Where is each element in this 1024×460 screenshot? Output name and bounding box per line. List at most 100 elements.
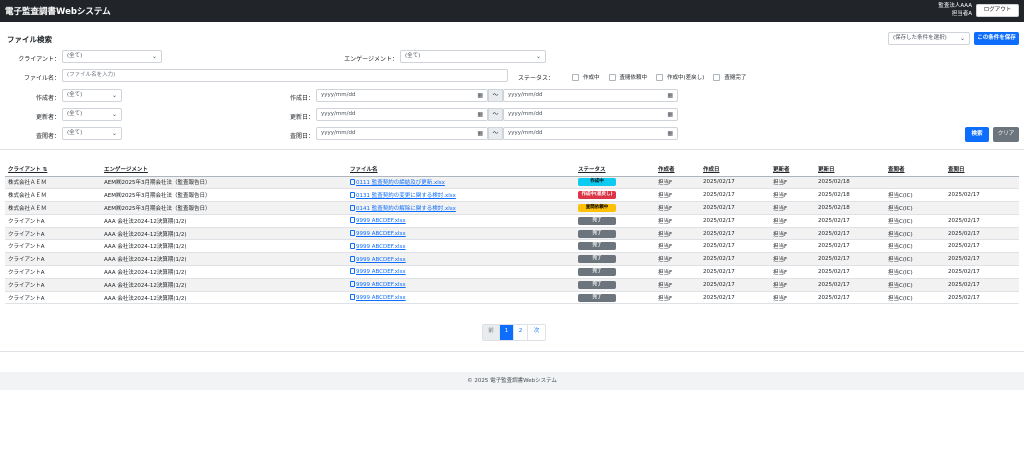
column-header-updater[interactable]: 更新者 bbox=[770, 163, 815, 177]
results-table: クライアント ⇅ エンゲージメント ファイル名 ステータス 作成者 作成日 更新… bbox=[5, 163, 1019, 305]
pagination-page-1[interactable]: 1 bbox=[500, 325, 514, 340]
app-brand[interactable]: 電子監査調書Webシステム bbox=[5, 5, 111, 17]
cell-reviewed: 2025/02/17 bbox=[945, 227, 1019, 241]
chevron-down-icon: ⌄ bbox=[111, 92, 117, 99]
calendar-icon[interactable]: ▦ bbox=[477, 109, 483, 120]
reviewed-date-to[interactable]: yyyy/mm/dd ▦ bbox=[503, 127, 678, 140]
status-badge: 完了 bbox=[578, 280, 616, 289]
client-value: (全て) bbox=[67, 53, 83, 59]
reviewed-date-label: 査閲日： bbox=[289, 133, 314, 140]
filename-input[interactable]: (ファイル名を入力) bbox=[62, 69, 508, 82]
checkbox[interactable] bbox=[713, 73, 721, 81]
updater-select[interactable]: (全て) ⌄ bbox=[62, 108, 122, 121]
cell-created: 2025/02/17 bbox=[700, 201, 770, 215]
column-header-reviewer[interactable]: 査閲者 bbox=[885, 163, 945, 177]
column-header-status[interactable]: ステータス bbox=[575, 163, 655, 177]
file-icon bbox=[350, 268, 355, 275]
file-link[interactable]: 9999 ABCDEF.xlsx bbox=[356, 295, 406, 301]
file-link[interactable]: 0111 監査契約の締結及び更新.xlsx bbox=[356, 180, 445, 186]
cell-updater: 担当F bbox=[770, 227, 815, 241]
cell-status: 完了 bbox=[575, 239, 655, 254]
saved-condition-value: (保存した条件を選択) bbox=[893, 35, 947, 41]
status-checkbox-in-progress[interactable]: 作成中 bbox=[572, 73, 600, 81]
status-badge: 完了 bbox=[578, 267, 616, 276]
cell-updater: 担当F bbox=[770, 291, 815, 305]
cell-reviewed bbox=[945, 176, 1019, 190]
checkbox[interactable] bbox=[572, 73, 579, 81]
calendar-icon[interactable]: ▦ bbox=[477, 128, 483, 139]
file-link[interactable]: 9999 ABCDEF.xlsx bbox=[356, 218, 406, 224]
pagination-page-2[interactable]: 2 bbox=[514, 325, 528, 340]
reviewer-select[interactable]: (全て) ⌄ bbox=[62, 127, 122, 140]
file-link[interactable]: 9999 ABCDEF.xlsx bbox=[356, 244, 406, 250]
clear-button[interactable]: クリア bbox=[993, 127, 1019, 142]
pagination-next[interactable]: 次 bbox=[528, 325, 545, 340]
reviewed-date-from[interactable]: yyyy/mm/dd ▦ bbox=[316, 127, 488, 140]
date-range-separator: 〜 bbox=[488, 127, 503, 140]
checkbox[interactable] bbox=[608, 73, 616, 81]
results-panel: クライアント ⇅ エンゲージメント ファイル名 ステータス 作成者 作成日 更新… bbox=[0, 156, 1024, 352]
status-checkbox-review-requested[interactable]: 査閲依頼中 bbox=[608, 73, 647, 81]
file-link[interactable]: 9999 ABCDEF.xlsx bbox=[356, 257, 406, 263]
table-row: クライアントA AAA 会社法2024-12決算期(1/2) 9999 ABCDEF… bbox=[5, 214, 1019, 228]
cell-updater: 担当F bbox=[770, 214, 815, 228]
cell-updated: 2025/02/18 bbox=[815, 176, 885, 190]
cell-filename: 0131 監査契約の変更に関する検討.xlsx bbox=[347, 188, 575, 203]
status-checkbox-reviewed[interactable]: 査閲完了 bbox=[713, 73, 746, 81]
cell-filename: 9999 ABCDEF.xlsx bbox=[347, 252, 575, 267]
created-date-from[interactable]: yyyy/mm/dd ▦ bbox=[316, 89, 488, 102]
file-link[interactable]: 0131 監査契約の変更に関する検討.xlsx bbox=[356, 193, 456, 199]
chevron-down-icon: ⌄ bbox=[111, 130, 117, 137]
cell-client: クライアントA bbox=[5, 227, 101, 241]
created-date-to[interactable]: yyyy/mm/dd ▦ bbox=[503, 89, 678, 102]
calendar-icon[interactable]: ▦ bbox=[667, 90, 673, 101]
search-button[interactable]: 検索 bbox=[965, 127, 989, 142]
column-header-creator[interactable]: 作成者 bbox=[655, 163, 700, 177]
status-checkbox-returned[interactable]: 作成中(差戻し) bbox=[656, 73, 704, 81]
pagination-prev[interactable]: 前 bbox=[483, 325, 500, 340]
updated-date-to[interactable]: yyyy/mm/dd ▦ bbox=[503, 108, 678, 121]
file-link[interactable]: 0141 監査契約の解除に関する検討.xlsx bbox=[356, 206, 456, 212]
page-footer: © 2025 電子監査調書Webシステム bbox=[0, 372, 1024, 390]
updated-date-from[interactable]: yyyy/mm/dd ▦ bbox=[316, 108, 488, 121]
cell-updated: 2025/02/18 bbox=[815, 188, 885, 203]
creator-select[interactable]: (全て) ⌄ bbox=[62, 89, 122, 102]
checkbox[interactable] bbox=[656, 73, 664, 81]
file-link[interactable]: 9999 ABCDEF.xlsx bbox=[356, 231, 406, 237]
column-header-reviewed[interactable]: 査閲日 bbox=[945, 163, 1019, 177]
cell-filename: 9999 ABCDEF.xlsx bbox=[347, 239, 575, 254]
file-link[interactable]: 9999 ABCDEF.xlsx bbox=[356, 282, 406, 288]
column-header-filename[interactable]: ファイル名 bbox=[347, 163, 575, 177]
user-info: 監査法人AAA 担当者A bbox=[938, 2, 972, 18]
column-header-engagement[interactable]: エンゲージメント bbox=[101, 163, 347, 177]
status-badge: 完了 bbox=[578, 255, 616, 264]
save-condition-button[interactable]: この条件を保存 bbox=[974, 32, 1019, 45]
calendar-icon[interactable]: ▦ bbox=[667, 109, 673, 120]
client-select[interactable]: (全て) ⌄ bbox=[62, 50, 162, 63]
table-row: クライアントA AAA 会社法2024-12決算期(1/2) 9999 ABCDEF… bbox=[5, 278, 1019, 292]
calendar-icon[interactable]: ▦ bbox=[477, 90, 483, 101]
column-header-updated[interactable]: 更新日 bbox=[815, 163, 885, 177]
cell-updated: 2025/02/17 bbox=[815, 227, 885, 241]
cell-client: クライアントA bbox=[5, 214, 101, 228]
cell-reviewer: 担当C(IC) bbox=[885, 278, 945, 292]
cell-reviewed: 2025/02/17 bbox=[945, 278, 1019, 292]
status-badge: 完了 bbox=[578, 293, 616, 302]
column-header-client[interactable]: クライアント ⇅ bbox=[5, 163, 101, 177]
results-body: 株式会社ＡＥＭ AEM㈱2025年3月期会社法（監査報告日） 0111 監査契約の締… bbox=[5, 176, 1019, 305]
cell-reviewed: 2025/02/17 bbox=[945, 188, 1019, 203]
date-range-separator: 〜 bbox=[488, 89, 503, 102]
cell-status: 査閲依頼中 bbox=[575, 201, 655, 215]
cell-filename: 9999 ABCDEF.xlsx bbox=[347, 265, 575, 279]
column-header-created[interactable]: 作成日 bbox=[700, 163, 770, 177]
user-name: 担当者A bbox=[951, 11, 972, 17]
file-link[interactable]: 9999 ABCDEF.xlsx bbox=[356, 269, 406, 275]
engagement-select[interactable]: (全て) ⌄ bbox=[400, 50, 546, 63]
cell-filename: 9999 ABCDEF.xlsx bbox=[347, 214, 575, 228]
cell-filename: 9999 ABCDEF.xlsx bbox=[347, 278, 575, 292]
cell-engagement: AAA 会社法2024-12決算期(1/2) bbox=[101, 227, 347, 241]
calendar-icon[interactable]: ▦ bbox=[667, 128, 673, 139]
cell-creator: 担当F bbox=[655, 278, 700, 292]
saved-condition-select[interactable]: (保存した条件を選択) ⌄ bbox=[888, 32, 970, 45]
logout-button[interactable]: ログアウト bbox=[976, 4, 1019, 17]
